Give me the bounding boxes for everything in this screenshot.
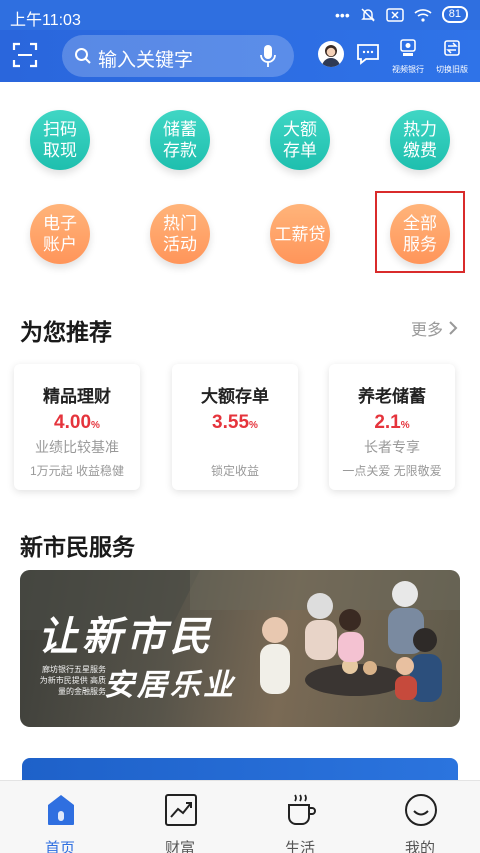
home-icon <box>48 795 74 825</box>
coffee-cup-icon <box>288 794 316 825</box>
switch-version-label: 切换旧版 <box>436 65 468 74</box>
recommend-title: 为您推荐 <box>20 319 112 345</box>
search-input[interactable]: 输入关键字 <box>98 45 193 72</box>
banner-title-line1: 让新市民 <box>38 615 214 659</box>
status-icons: ••• 81 <box>335 6 468 23</box>
more-dots-icon: ••• <box>335 6 350 23</box>
search-bar[interactable]: 输入关键字 <box>62 35 294 77</box>
more-link[interactable]: 更多 <box>411 316 458 340</box>
quick-action-label: 储蓄存款 <box>163 120 197 160</box>
more-label: 更多 <box>411 322 444 339</box>
new-citizen-banner[interactable]: 让新市民 安居乐业 廊坊银行五星服务 为新市民提供 高质量的金融服务 <box>20 570 460 727</box>
wifi-icon <box>414 8 432 22</box>
microphone-icon[interactable] <box>260 44 276 68</box>
card-rate-value: 3.55 <box>212 412 250 433</box>
banner-subtitle: 廊坊银行五星服务 为新市民提供 高质量的金融服务 <box>39 665 106 696</box>
card-title: 精品理财 <box>43 387 111 406</box>
recommend-card-wealth[interactable]: 精品理财 4.00% 业绩比较基准 1万元起 收益稳健 <box>14 364 140 490</box>
header: 输入关键字 视频银行 切换旧版 <box>0 30 480 82</box>
tab-label: 首页 <box>44 840 75 853</box>
quick-action-heating-payment[interactable]: 热力缴费 <box>390 110 450 170</box>
search-icon <box>75 48 91 64</box>
quick-action-label: 扫码取现 <box>43 120 77 160</box>
service-avatar[interactable] <box>318 41 344 67</box>
card-rate-unit: % <box>249 420 258 431</box>
sim-icon <box>386 7 404 22</box>
quick-action-salary-loan[interactable]: 工薪贷 <box>270 204 330 264</box>
new-citizen-title: 新市民服务 <box>20 534 135 560</box>
quick-action-scan-withdraw[interactable]: 扫码取现 <box>30 110 90 170</box>
message-icon[interactable] <box>356 42 380 66</box>
card-tags: 一点关爱 无限敬爱 <box>342 464 442 478</box>
card-title: 大额存单 <box>201 387 269 406</box>
card-tags: 1万元起 收益稳健 <box>29 464 124 478</box>
video-bank-label: 视频银行 <box>392 65 424 74</box>
card-rate-unit: % <box>91 420 100 431</box>
card-rate: 4.00% <box>14 412 140 434</box>
tab-label: 生活 <box>284 840 315 853</box>
switch-version-icon <box>444 40 460 56</box>
chart-trend-icon <box>165 794 197 826</box>
quick-action-label: 热力缴费 <box>403 120 437 160</box>
bottom-tab-bar: 首页 财富 生活 我的 <box>0 780 480 853</box>
card-rate: 2.1% <box>329 412 455 434</box>
status-bar: 上午11:03 ••• 81 <box>0 0 480 30</box>
quick-action-e-account[interactable]: 电子账户 <box>30 204 90 264</box>
card-title: 养老储蓄 <box>358 387 426 406</box>
customer-service-icon <box>322 45 340 67</box>
recommend-card-large-cd[interactable]: 大额存单 3.55% 锁定收益 <box>172 364 298 490</box>
card-rate-unit: % <box>400 420 410 431</box>
chevron-right-icon <box>449 321 458 335</box>
quick-action-savings-deposit[interactable]: 储蓄存款 <box>150 110 210 170</box>
banner-title-line2: 安居乐业 <box>104 669 236 702</box>
quick-action-label: 热门活动 <box>163 214 197 254</box>
smile-face-icon <box>405 794 437 826</box>
quick-action-label: 电子账户 <box>43 214 77 254</box>
status-time: 上午11:03 <box>10 12 81 29</box>
quick-action-hot-events[interactable]: 热门活动 <box>150 204 210 264</box>
card-desc: 业绩比较基准 <box>35 439 119 455</box>
video-bank-icon <box>400 39 416 56</box>
scan-icon[interactable] <box>12 42 38 68</box>
quick-action-label: 大额存单 <box>283 120 317 160</box>
card-rate: 3.55% <box>172 412 298 434</box>
card-rate-value: 4.00 <box>54 412 92 433</box>
switch-version-button[interactable]: 切换旧版 <box>434 38 470 75</box>
card-desc: 长者专享 <box>364 439 420 455</box>
tab-label: 我的 <box>404 840 435 853</box>
battery-indicator: 81 <box>441 6 468 23</box>
highlight-box <box>375 191 465 273</box>
quick-action-label: 工薪贷 <box>274 224 326 244</box>
quick-action-large-cd[interactable]: 大额存单 <box>270 110 330 170</box>
mute-bell-icon <box>360 7 375 22</box>
video-bank-button[interactable]: 视频银行 <box>390 38 426 75</box>
card-tags: 锁定收益 <box>210 464 259 478</box>
card-rate-value: 2.1 <box>374 412 401 433</box>
recommend-card-pension[interactable]: 养老储蓄 2.1% 长者专享 一点关爱 无限敬爱 <box>329 364 455 490</box>
tab-label: 财富 <box>164 840 195 853</box>
